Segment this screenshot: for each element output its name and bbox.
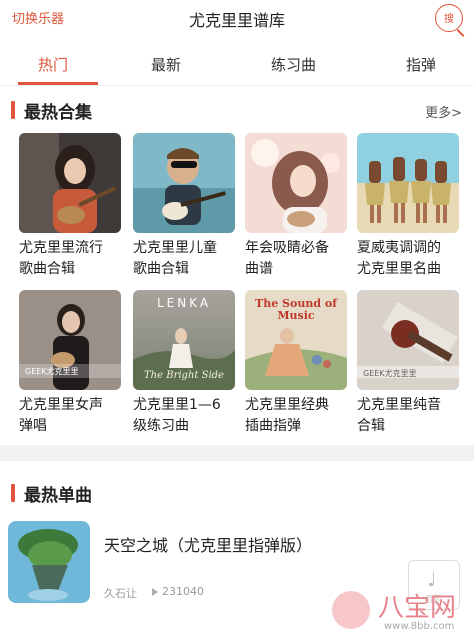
active-tab-indicator <box>18 82 98 85</box>
album-card[interactable]: 年会吸睛必备 曲谱 <box>245 133 347 280</box>
play-icon <box>152 588 158 596</box>
album-cover-caption: GEEK尤克里里 <box>363 369 417 378</box>
album-cover <box>245 133 347 233</box>
album-title: 尤克里里儿童 歌曲合辑 <box>133 240 217 277</box>
album-card[interactable]: LENKA The Bright Side 尤克里里1—6 级练习曲 <box>133 290 235 437</box>
album-cover <box>19 133 121 233</box>
album-title: 尤克里里女声 弹唱 <box>19 397 103 434</box>
album-title: 尤克里里纯音 合辑 <box>357 397 441 434</box>
section-divider <box>0 445 474 461</box>
play-count: 231040 <box>152 585 204 598</box>
watermark-url: www.8bb.com <box>384 621 455 632</box>
album-title: 尤克里里1—6 级练习曲 <box>133 397 221 434</box>
album-cover-caption: The Sound of Music <box>255 297 337 322</box>
album-cover: GEEK尤克里里 <box>19 290 121 390</box>
section-accent-bar <box>11 484 15 502</box>
album-cover <box>357 133 459 233</box>
album-cover-caption: GEEK尤克里里 <box>25 367 79 376</box>
search-button[interactable]: 搜 <box>435 4 465 37</box>
album-cover: GEEK尤克里里 <box>357 290 459 390</box>
album-title: 年会吸睛必备 曲谱 <box>245 240 329 277</box>
album-cover-script: The Bright Side <box>144 370 224 381</box>
album-title: 尤克里里流行 歌曲合辑 <box>19 240 103 277</box>
section-title: 最热单曲 <box>24 486 92 506</box>
single-cover[interactable] <box>8 521 90 603</box>
hot-collections-header: 最热合集 更多> <box>0 97 474 123</box>
play-count-value: 231040 <box>162 585 204 598</box>
single-title[interactable]: 天空之城（尤克里里指弹版） <box>104 532 312 556</box>
section-title: 最热合集 <box>24 103 92 123</box>
album-card[interactable]: 尤克里里儿童 歌曲合辑 <box>133 133 235 280</box>
album-card[interactable]: 尤克里里流行 歌曲合辑 <box>19 133 121 280</box>
tab-fingerstyle[interactable]: 指弹 <box>406 54 436 75</box>
album-card[interactable]: The Sound of Music 尤克里里经典 插曲指弹 <box>245 290 347 437</box>
tab-hot[interactable]: 热门 <box>38 54 68 75</box>
single-artist: 久石让 <box>104 587 137 600</box>
album-title: 尤克里里经典 插曲指弹 <box>245 397 329 434</box>
section-accent-bar <box>11 101 15 119</box>
search-label: 搜 <box>444 14 454 25</box>
watermark: 八宝网 www.8bb.com <box>326 585 474 637</box>
app-header: 切换乐器 尤克里里谱库 搜 <box>0 0 474 38</box>
tab-etudes[interactable]: 练习曲 <box>271 54 316 75</box>
album-card[interactable]: GEEK尤克里里 尤克里里女声 弹唱 <box>19 290 121 437</box>
more-link[interactable]: 更多> <box>425 102 462 121</box>
watermark-brand: 八宝网 <box>378 593 457 623</box>
album-cover <box>133 133 235 233</box>
album-card[interactable]: 夏威夷调调的 尤克里里名曲 <box>357 133 459 280</box>
tab-latest[interactable]: 最新 <box>151 54 181 75</box>
album-cover: LENKA The Bright Side <box>133 290 235 390</box>
watermark-logo-icon <box>332 591 370 629</box>
album-title: 夏威夷调调的 尤克里里名曲 <box>357 240 441 277</box>
album-cover: The Sound of Music <box>245 290 347 390</box>
tab-bar: 热门 最新 练习曲 指弹 <box>0 44 474 86</box>
album-card[interactable]: GEEK尤克里里 尤克里里纯音 合辑 <box>357 290 459 437</box>
page-title: 尤克里里谱库 <box>188 11 285 30</box>
album-cover-caption: LENKA <box>156 296 212 310</box>
hot-singles-header: 最热单曲 <box>0 480 474 506</box>
